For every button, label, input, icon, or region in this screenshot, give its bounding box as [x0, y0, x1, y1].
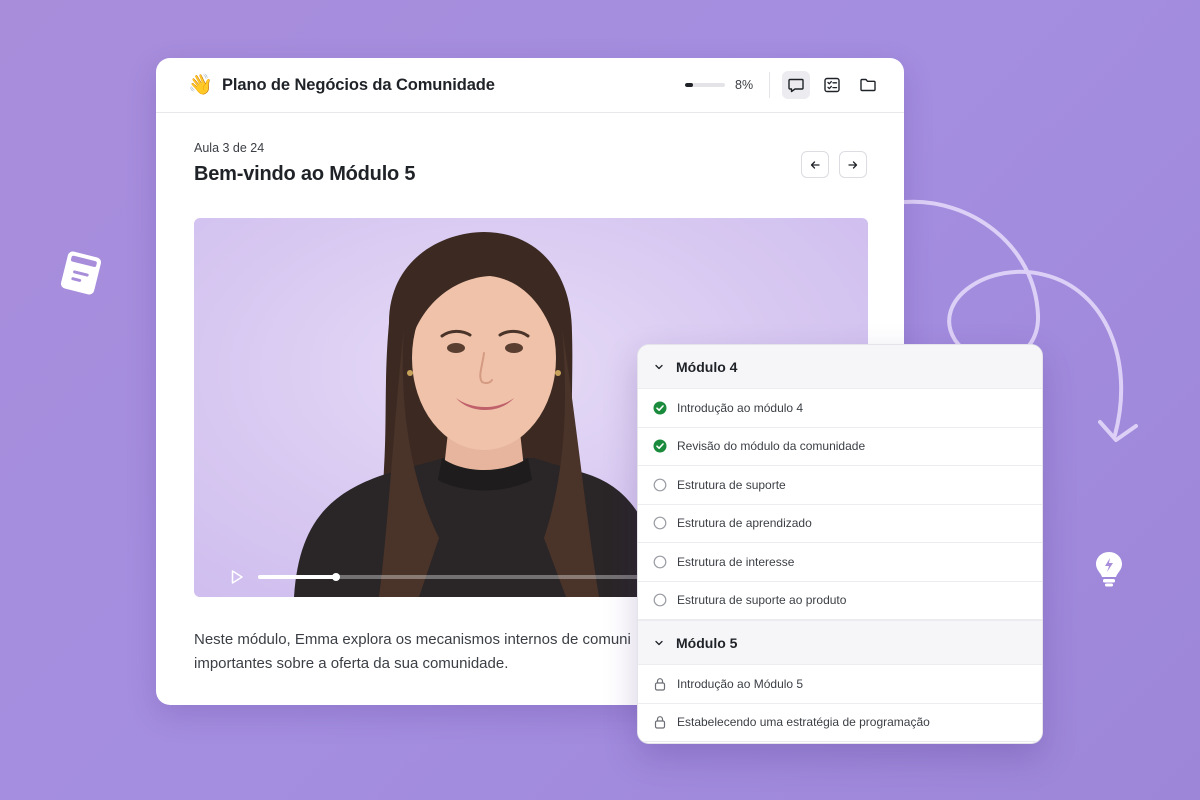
course-header: 👋 Plano de Negócios da Comunidade 8%: [156, 58, 904, 113]
lesson-item-label: Introdução ao módulo 4: [677, 400, 804, 415]
module-header-5[interactable]: Módulo 5: [638, 620, 1042, 665]
lesson-item[interactable]: Revisão do módulo da comunidade: [638, 427, 1042, 466]
previous-lesson-button[interactable]: [801, 151, 829, 178]
lesson-description: Neste módulo, Emma explora os mecanismos…: [194, 628, 634, 676]
lesson-item-label: Estrutura de interesse: [677, 554, 795, 569]
lesson-item-label: Estrutura de suporte: [677, 477, 786, 492]
empty-circle-icon: [653, 516, 667, 530]
chevron-down-icon: [654, 362, 664, 372]
lock-icon: [653, 677, 667, 691]
folder-icon: [860, 78, 876, 92]
arrow-left-icon: [810, 160, 820, 169]
course-progress-bar: [685, 83, 725, 87]
comments-button[interactable]: [782, 71, 810, 99]
lesson-item-label: Estabelecendo uma estratégia de programa…: [677, 715, 930, 730]
arrow-right-icon: [848, 160, 858, 169]
video-controls: [230, 570, 858, 584]
empty-circle-icon: [653, 555, 667, 569]
lesson-title: Bem-vindo ao Módulo 5: [194, 163, 416, 185]
lesson-item[interactable]: Estrutura de suporte: [638, 466, 1042, 505]
play-button[interactable]: [230, 570, 244, 584]
module-list-panel: Módulo 4 Introdução ao módulo 4 Revisão d…: [637, 344, 1043, 744]
lesson-list-button[interactable]: [818, 71, 846, 99]
lesson-item[interactable]: Estrutura de interesse: [638, 543, 1042, 582]
lesson-item[interactable]: Introdução ao módulo 4: [638, 389, 1042, 428]
lesson-description-line: importantes sobre a oferta da sua comuni…: [194, 655, 509, 672]
play-icon: [231, 570, 243, 584]
lesson-item: Estabelecendo uma estratégia de programa…: [638, 703, 1042, 742]
lesson-item: Introdução ao Módulo 5: [638, 665, 1042, 704]
next-lesson-button[interactable]: [839, 151, 867, 178]
lesson-item[interactable]: Estrutura de aprendizado: [638, 504, 1042, 543]
chat-icon: [788, 78, 804, 93]
video-seek-progress: [258, 575, 336, 579]
empty-circle-icon: [653, 478, 667, 492]
header-divider: [769, 72, 770, 98]
lesson-item-label: Revisão do módulo da comunidade: [677, 439, 866, 454]
resources-button[interactable]: [854, 71, 882, 99]
check-circle-icon: [653, 401, 667, 415]
module-header-4[interactable]: Módulo 4: [638, 345, 1042, 389]
video-seek-handle[interactable]: [332, 573, 340, 581]
waving-hand-emoji: 👋: [188, 74, 213, 96]
lesson-item-label: Estrutura de aprendizado: [677, 516, 812, 531]
empty-circle-icon: [653, 593, 667, 607]
book-icon: [57, 248, 104, 298]
lesson-item-label: Estrutura de suporte ao produto: [677, 593, 847, 608]
chevron-down-icon: [654, 638, 664, 648]
lock-icon: [653, 715, 667, 729]
course-title: Plano de Negócios da Comunidade: [222, 75, 495, 94]
lesson-counter: Aula 3 de 24: [194, 141, 265, 155]
checklist-icon: [824, 77, 840, 93]
lesson-description-line: Neste módulo, Emma explora os mecanismos…: [194, 631, 631, 648]
course-progress-label: 8%: [735, 78, 754, 92]
lesson-item-label: Introdução ao Módulo 5: [677, 676, 804, 691]
check-circle-icon: [653, 439, 667, 453]
course-progress-fill: [685, 83, 693, 87]
lesson-item[interactable]: Estrutura de suporte ao produto: [638, 581, 1042, 620]
lightbulb-icon: [1094, 550, 1124, 588]
module-name: Módulo 4: [676, 358, 738, 375]
module-name: Módulo 5: [676, 634, 738, 651]
